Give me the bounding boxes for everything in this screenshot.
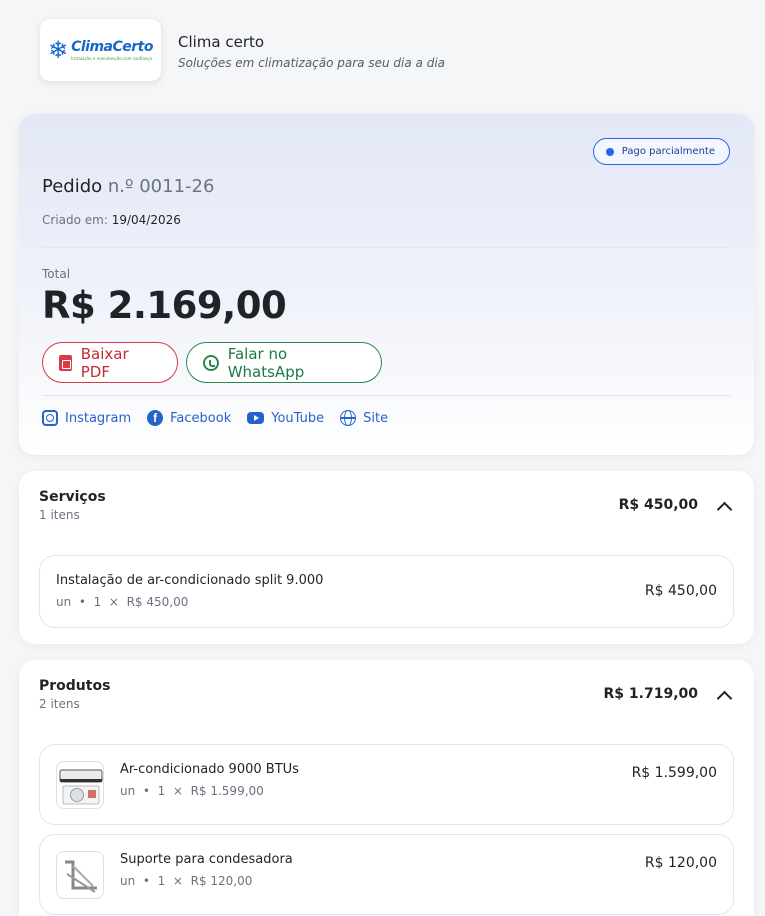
site-label: Site xyxy=(363,410,389,426)
item-price: R$ 1.599,00 xyxy=(631,765,717,781)
created-label: Criado em: xyxy=(42,213,108,227)
item-unit: un xyxy=(56,595,72,609)
youtube-label: YouTube xyxy=(271,410,325,426)
download-pdf-button[interactable]: Baixar PDF xyxy=(42,342,178,383)
facebook-icon: f xyxy=(147,410,164,426)
company-name: Clima certo xyxy=(178,33,265,51)
logo-subtext: Instalação e manutenção com confiança xyxy=(71,56,153,61)
products-section: Produtos 2 itens R$ 1.719,00 Ar-condicio… xyxy=(19,660,754,916)
meta-dot: • xyxy=(142,874,150,888)
item-unit-price: R$ 120,00 xyxy=(190,874,253,888)
facebook-label: Facebook xyxy=(170,410,232,426)
instagram-link[interactable]: Instagram xyxy=(42,410,131,426)
item-unit-price: R$ 1.599,00 xyxy=(190,784,264,798)
item-name: Instalação de ar-condicionado split 9.00… xyxy=(56,573,324,588)
whatsapp-button[interactable]: Falar no WhatsApp xyxy=(186,342,382,383)
bracket-thumbnail xyxy=(56,851,104,899)
snowflake-icon: ❄ xyxy=(47,36,69,64)
services-count: 1 itens xyxy=(39,508,80,522)
order-summary-card: Pago parcialmente Pedido n.º 0011-26 Cri… xyxy=(19,114,754,455)
services-total: R$ 450,00 xyxy=(618,497,698,513)
meta-times: × xyxy=(172,784,183,798)
social-links: Instagram f Facebook YouTube Site xyxy=(42,410,388,426)
status-label: Pago parcialmente xyxy=(621,146,715,157)
whatsapp-label: Falar no WhatsApp xyxy=(227,344,305,381)
collapse-services-chevron-up-icon[interactable] xyxy=(718,501,730,513)
status-dot-icon xyxy=(605,147,614,156)
item-meta: un • 1 × R$ 120,00 xyxy=(120,874,252,888)
youtube-icon xyxy=(247,412,265,424)
meta-times: × xyxy=(172,874,183,888)
order-created: Criado em: 19/04/2026 xyxy=(42,213,181,227)
download-pdf-label: Baixar PDF xyxy=(80,344,129,381)
meta-times: × xyxy=(108,595,119,609)
products-title: Produtos xyxy=(39,678,111,694)
total-label: Total xyxy=(42,267,71,281)
pdf-icon xyxy=(59,354,72,371)
facebook-link[interactable]: f Facebook xyxy=(147,410,231,426)
item-qty: 1 xyxy=(93,595,102,609)
item-unit-price: R$ 450,00 xyxy=(126,595,189,609)
air-conditioner-thumbnail xyxy=(56,761,104,809)
products-total: R$ 1.719,00 xyxy=(603,686,698,702)
company-tagline: Soluções em climatização para seu dia a … xyxy=(178,56,445,70)
youtube-link[interactable]: YouTube xyxy=(247,410,324,426)
meta-dot: • xyxy=(142,784,150,798)
item-qty: 1 xyxy=(157,874,166,888)
order-title-prefix: Pedido xyxy=(42,176,103,197)
company-logo: ❄ ClimaCerto Instalação e manutenção com… xyxy=(40,19,161,81)
services-section: Serviços 1 itens R$ 450,00 Instalação de… xyxy=(19,471,754,644)
list-item: Instalação de ar-condicionado split 9.00… xyxy=(39,555,734,628)
created-date: 19/04/2026 xyxy=(111,213,181,227)
globe-icon xyxy=(340,410,357,426)
list-item: Ar-condicionado 9000 BTUs un • 1 × R$ 1.… xyxy=(39,744,734,825)
logo-text: ClimaCerto xyxy=(71,39,153,55)
divider xyxy=(42,395,731,396)
item-unit: un xyxy=(120,874,136,888)
list-item: Suporte para condesadora un • 1 × R$ 120… xyxy=(39,834,734,915)
collapse-products-chevron-up-icon[interactable] xyxy=(718,690,730,702)
products-count: 2 itens xyxy=(39,697,80,711)
instagram-icon xyxy=(42,410,58,426)
item-unit: un xyxy=(120,784,136,798)
services-title: Serviços xyxy=(39,489,106,505)
instagram-label: Instagram xyxy=(65,410,132,426)
order-number: n.º 0011-26 xyxy=(107,176,215,197)
order-title: Pedido n.º 0011-26 xyxy=(42,176,214,197)
item-price: R$ 450,00 xyxy=(644,583,717,599)
total-value: R$ 2.169,00 xyxy=(42,284,287,327)
item-qty: 1 xyxy=(157,784,166,798)
item-meta: un • 1 × R$ 450,00 xyxy=(56,595,188,609)
divider xyxy=(42,247,731,248)
site-link[interactable]: Site xyxy=(340,410,388,426)
meta-dot: • xyxy=(78,595,86,609)
item-name: Suporte para condesadora xyxy=(120,852,293,867)
item-price: R$ 120,00 xyxy=(644,855,717,871)
whatsapp-icon xyxy=(203,354,219,371)
item-meta: un • 1 × R$ 1.599,00 xyxy=(120,784,264,798)
item-name: Ar-condicionado 9000 BTUs xyxy=(120,762,299,777)
status-badge: Pago parcialmente xyxy=(592,138,730,165)
